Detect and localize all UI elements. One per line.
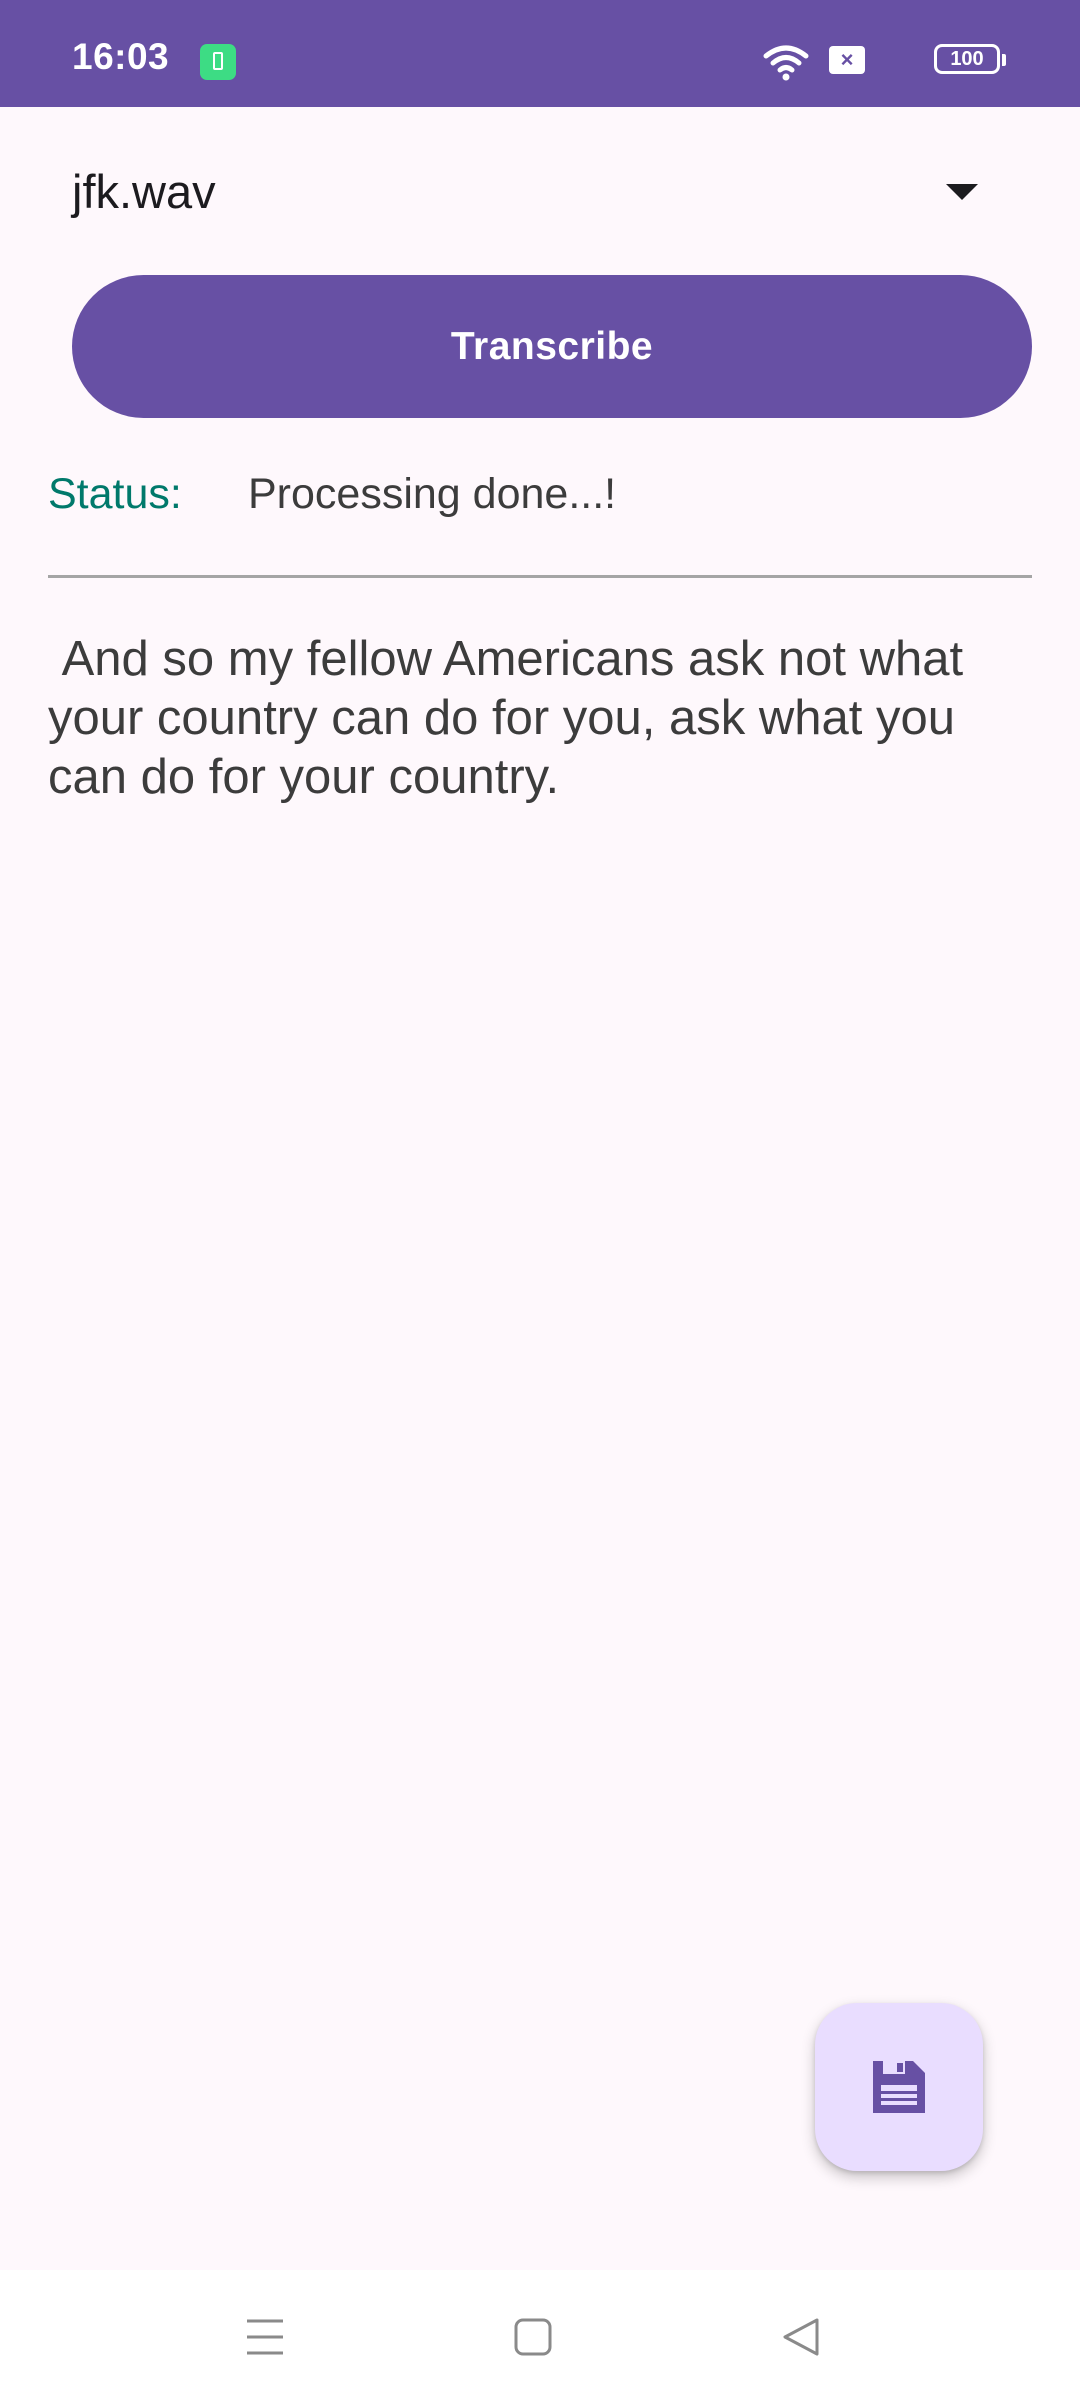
menu-icon[interactable] xyxy=(243,2315,287,2359)
status-time: 16:03 xyxy=(72,36,170,77)
dropdown-selected-value: jfk.wav xyxy=(72,165,216,218)
status-row: Status: Processing done...! xyxy=(48,470,1032,530)
dropdown-arrow-icon xyxy=(946,184,978,200)
save-fab-button[interactable] xyxy=(815,2003,983,2171)
back-icon[interactable] xyxy=(779,2315,823,2359)
battery-icon: 100 xyxy=(934,44,1006,74)
sim-off-icon: × xyxy=(829,46,865,74)
battery-saver-icon xyxy=(200,44,236,80)
system-nav-bar xyxy=(0,2270,1080,2400)
transcribe-button[interactable]: Transcribe xyxy=(72,275,1032,418)
status-label: Status: xyxy=(48,470,182,518)
wifi-icon xyxy=(763,45,809,81)
save-icon xyxy=(873,2061,925,2113)
transcribe-button-label: Transcribe xyxy=(450,324,654,368)
divider xyxy=(48,575,1032,578)
home-icon[interactable] xyxy=(511,2315,555,2359)
file-dropdown[interactable]: jfk.wav xyxy=(48,140,1008,250)
status-value: Processing done...! xyxy=(248,470,617,518)
status-bar: 16:03 × 100 xyxy=(0,0,1080,107)
transcript-text: And so my fellow Americans ask not what … xyxy=(48,632,977,804)
